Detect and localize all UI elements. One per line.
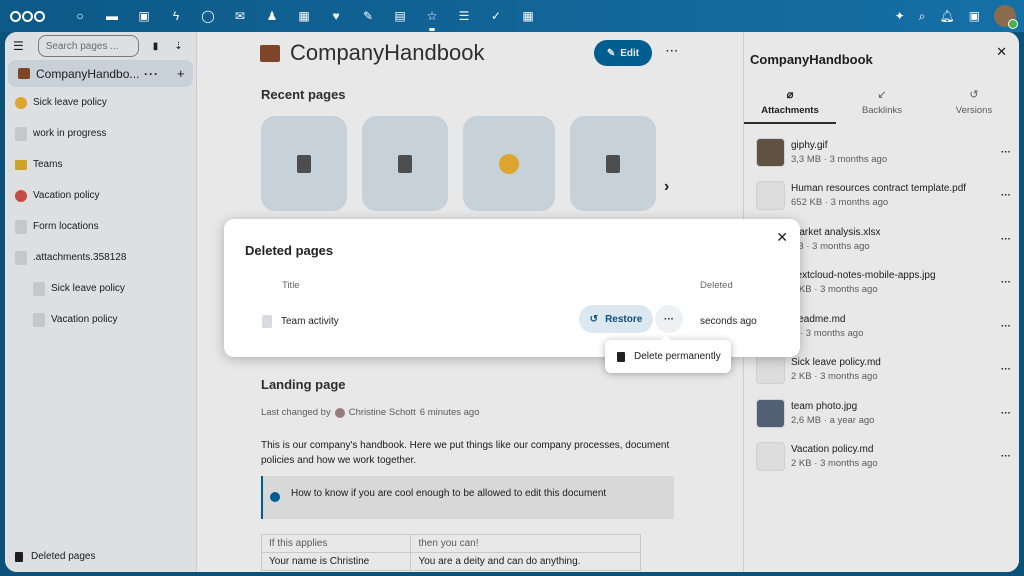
trash-icon bbox=[617, 351, 625, 362]
notifications-icon[interactable]: 🔔︎ bbox=[939, 9, 954, 23]
files-icon[interactable]: ▬ bbox=[96, 9, 128, 23]
restore-icon: ↺ bbox=[589, 313, 599, 325]
contacts-menu-icon[interactable]: ▣ bbox=[969, 9, 980, 23]
heart-icon[interactable]: ♥ bbox=[320, 9, 352, 23]
dashboard-icon[interactable]: ○ bbox=[64, 9, 96, 23]
office-icon[interactable]: ▤ bbox=[384, 9, 416, 23]
deleted-pages-dialog: Deleted pages ✕ Title Deleted Team activ… bbox=[224, 219, 800, 357]
contacts-icon[interactable]: ♟ bbox=[256, 9, 288, 23]
assistant-icon[interactable]: ✦ bbox=[895, 9, 905, 23]
top-bar: ○ ▬ ▣ ϟ ◯ ✉ ♟ ▦ ♥ ✎ ▤ ☆ ☰ ✓ ▦ ✦ ⌕ 🔔︎ ▣ bbox=[0, 0, 1024, 32]
deleted-page-title: Team activity bbox=[281, 315, 339, 327]
menu-item-label: Delete permanently bbox=[634, 351, 721, 362]
nextcloud-logo[interactable] bbox=[10, 9, 50, 23]
column-header-deleted: Deleted bbox=[700, 280, 733, 291]
talk-icon[interactable]: ◯ bbox=[192, 9, 224, 23]
close-icon[interactable]: ✕ bbox=[776, 229, 788, 246]
table-row: Team activity seconds ago bbox=[262, 307, 782, 335]
app-menu: ○ ▬ ▣ ϟ ◯ ✉ ♟ ▦ ♥ ✎ ▤ ☆ ☰ ✓ ▦ bbox=[64, 9, 544, 31]
notes-icon[interactable]: ✎ bbox=[352, 9, 384, 23]
calendar-icon[interactable]: ▦ bbox=[288, 9, 320, 23]
deleted-time: seconds ago bbox=[700, 315, 757, 327]
column-header-title: Title bbox=[282, 280, 300, 291]
restore-label: Restore bbox=[605, 313, 643, 325]
search-icon[interactable]: ⌕ bbox=[919, 9, 926, 24]
tasks-icon[interactable]: ✓ bbox=[480, 9, 512, 23]
collectives-icon[interactable]: ☆ bbox=[416, 9, 448, 31]
user-avatar[interactable] bbox=[994, 5, 1018, 29]
more-actions-button[interactable]: ··· bbox=[655, 305, 683, 333]
more-icon: ··· bbox=[664, 313, 674, 325]
list-icon[interactable]: ☰ bbox=[448, 9, 480, 23]
tables-icon[interactable]: ▦ bbox=[512, 9, 544, 23]
activity-icon[interactable]: ϟ bbox=[160, 9, 192, 23]
page-icon bbox=[262, 314, 272, 328]
restore-button[interactable]: ↺ Restore bbox=[579, 305, 653, 333]
photos-icon[interactable]: ▣ bbox=[128, 9, 160, 23]
delete-permanently-menu-item[interactable]: Delete permanently bbox=[605, 335, 731, 373]
mail-icon[interactable]: ✉ bbox=[224, 9, 256, 23]
dialog-title: Deleted pages bbox=[245, 243, 334, 258]
